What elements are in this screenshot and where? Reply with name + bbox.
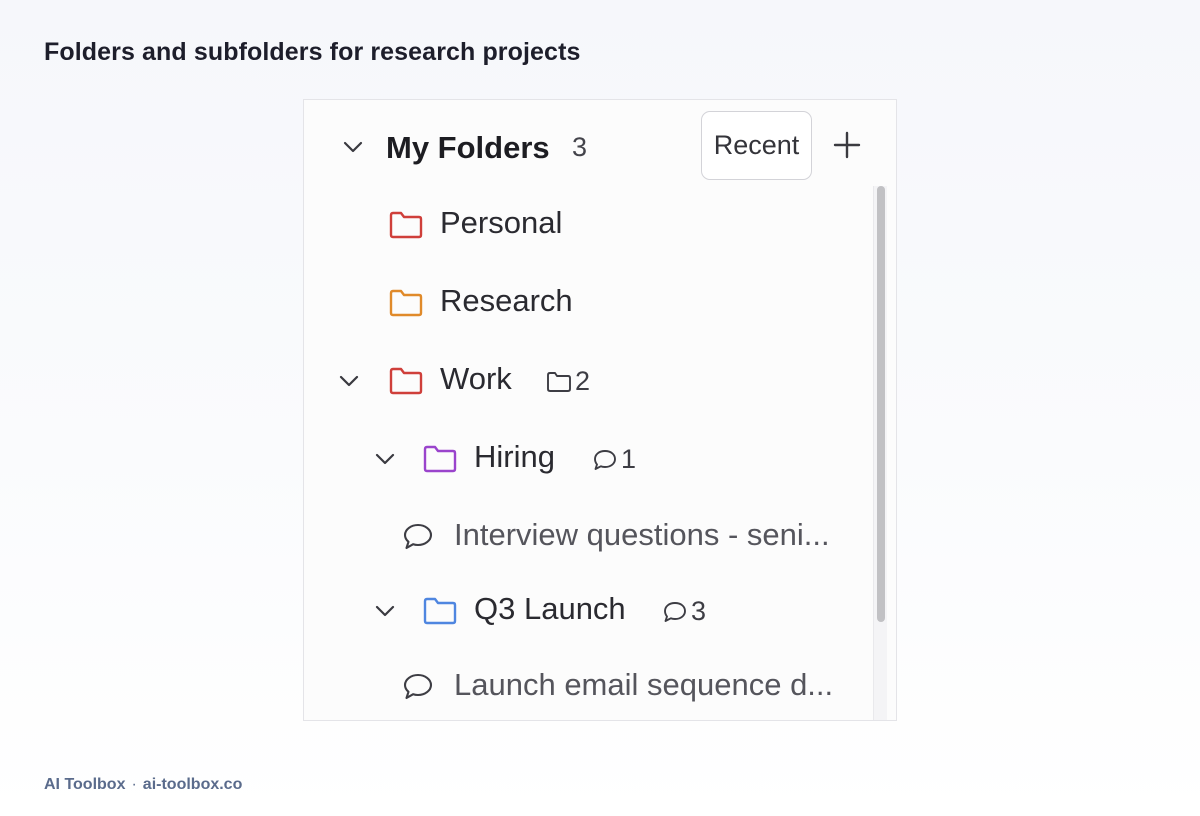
folder-label: Work <box>440 361 512 396</box>
folder-icon <box>389 289 423 317</box>
folder-label: Research <box>440 283 573 318</box>
scrollbar[interactable] <box>873 186 887 720</box>
chat-count: 1 <box>621 444 637 474</box>
footer-brand: AI Toolbox <box>44 776 126 793</box>
chat-count-badge: 1 <box>592 444 636 475</box>
folder-icon <box>389 367 423 395</box>
folders-panel: My Folders 3 Recent Personal Research Wo… <box>303 99 897 721</box>
chat-bubble-icon <box>403 523 433 550</box>
subfolder-count: 2 <box>575 366 591 396</box>
folders-header: My Folders 3 Recent <box>304 100 896 196</box>
chat-count-badge: 3 <box>662 596 706 627</box>
folder-label: Hiring <box>474 439 555 474</box>
folder-icon <box>389 211 423 239</box>
folder-count: 3 <box>572 132 588 162</box>
plus-icon[interactable] <box>830 128 864 162</box>
my-folders-title: My Folders <box>386 130 550 165</box>
chat-bubble-icon <box>664 601 686 622</box>
subfolder-count-badge: 2 <box>546 366 590 397</box>
page-title: Folders and subfolders for research proj… <box>44 38 581 66</box>
chevron-down-icon[interactable] <box>372 598 398 624</box>
footer-separator: · <box>131 776 137 793</box>
footer: AI Toolbox · ai-toolbox.co <box>44 776 242 794</box>
folder-item-personal[interactable]: Personal <box>304 188 870 260</box>
chat-label: Launch email sequence d... <box>454 667 834 702</box>
chat-count: 3 <box>691 596 707 626</box>
chevron-down-icon[interactable] <box>336 368 362 394</box>
folder-icon <box>423 445 457 473</box>
chat-item-interview-questions[interactable]: Interview questions - seni... <box>304 500 870 572</box>
chat-bubble-icon <box>403 673 433 700</box>
folder-label: Q3 Launch <box>474 591 626 626</box>
folder-item-work[interactable]: Work 2 <box>304 344 870 416</box>
folder-label: Personal <box>440 205 563 240</box>
chevron-down-icon[interactable] <box>372 446 398 472</box>
folder-item-hiring[interactable]: Hiring 1 <box>304 422 870 494</box>
recent-button[interactable]: Recent <box>701 111 812 180</box>
chat-item-launch-email-sequence[interactable]: Launch email sequence d... <box>304 652 870 720</box>
folder-item-q3-launch[interactable]: Q3 Launch 3 <box>304 574 870 646</box>
folder-item-research[interactable]: Research <box>304 266 870 338</box>
chat-bubble-icon <box>594 449 616 470</box>
chat-label: Interview questions - seni... <box>454 517 830 552</box>
footer-url[interactable]: ai-toolbox.co <box>143 776 243 793</box>
scrollbar-thumb[interactable] <box>877 186 885 622</box>
folder-icon <box>547 371 571 392</box>
folder-icon <box>423 597 457 625</box>
chevron-down-icon[interactable] <box>340 134 366 160</box>
